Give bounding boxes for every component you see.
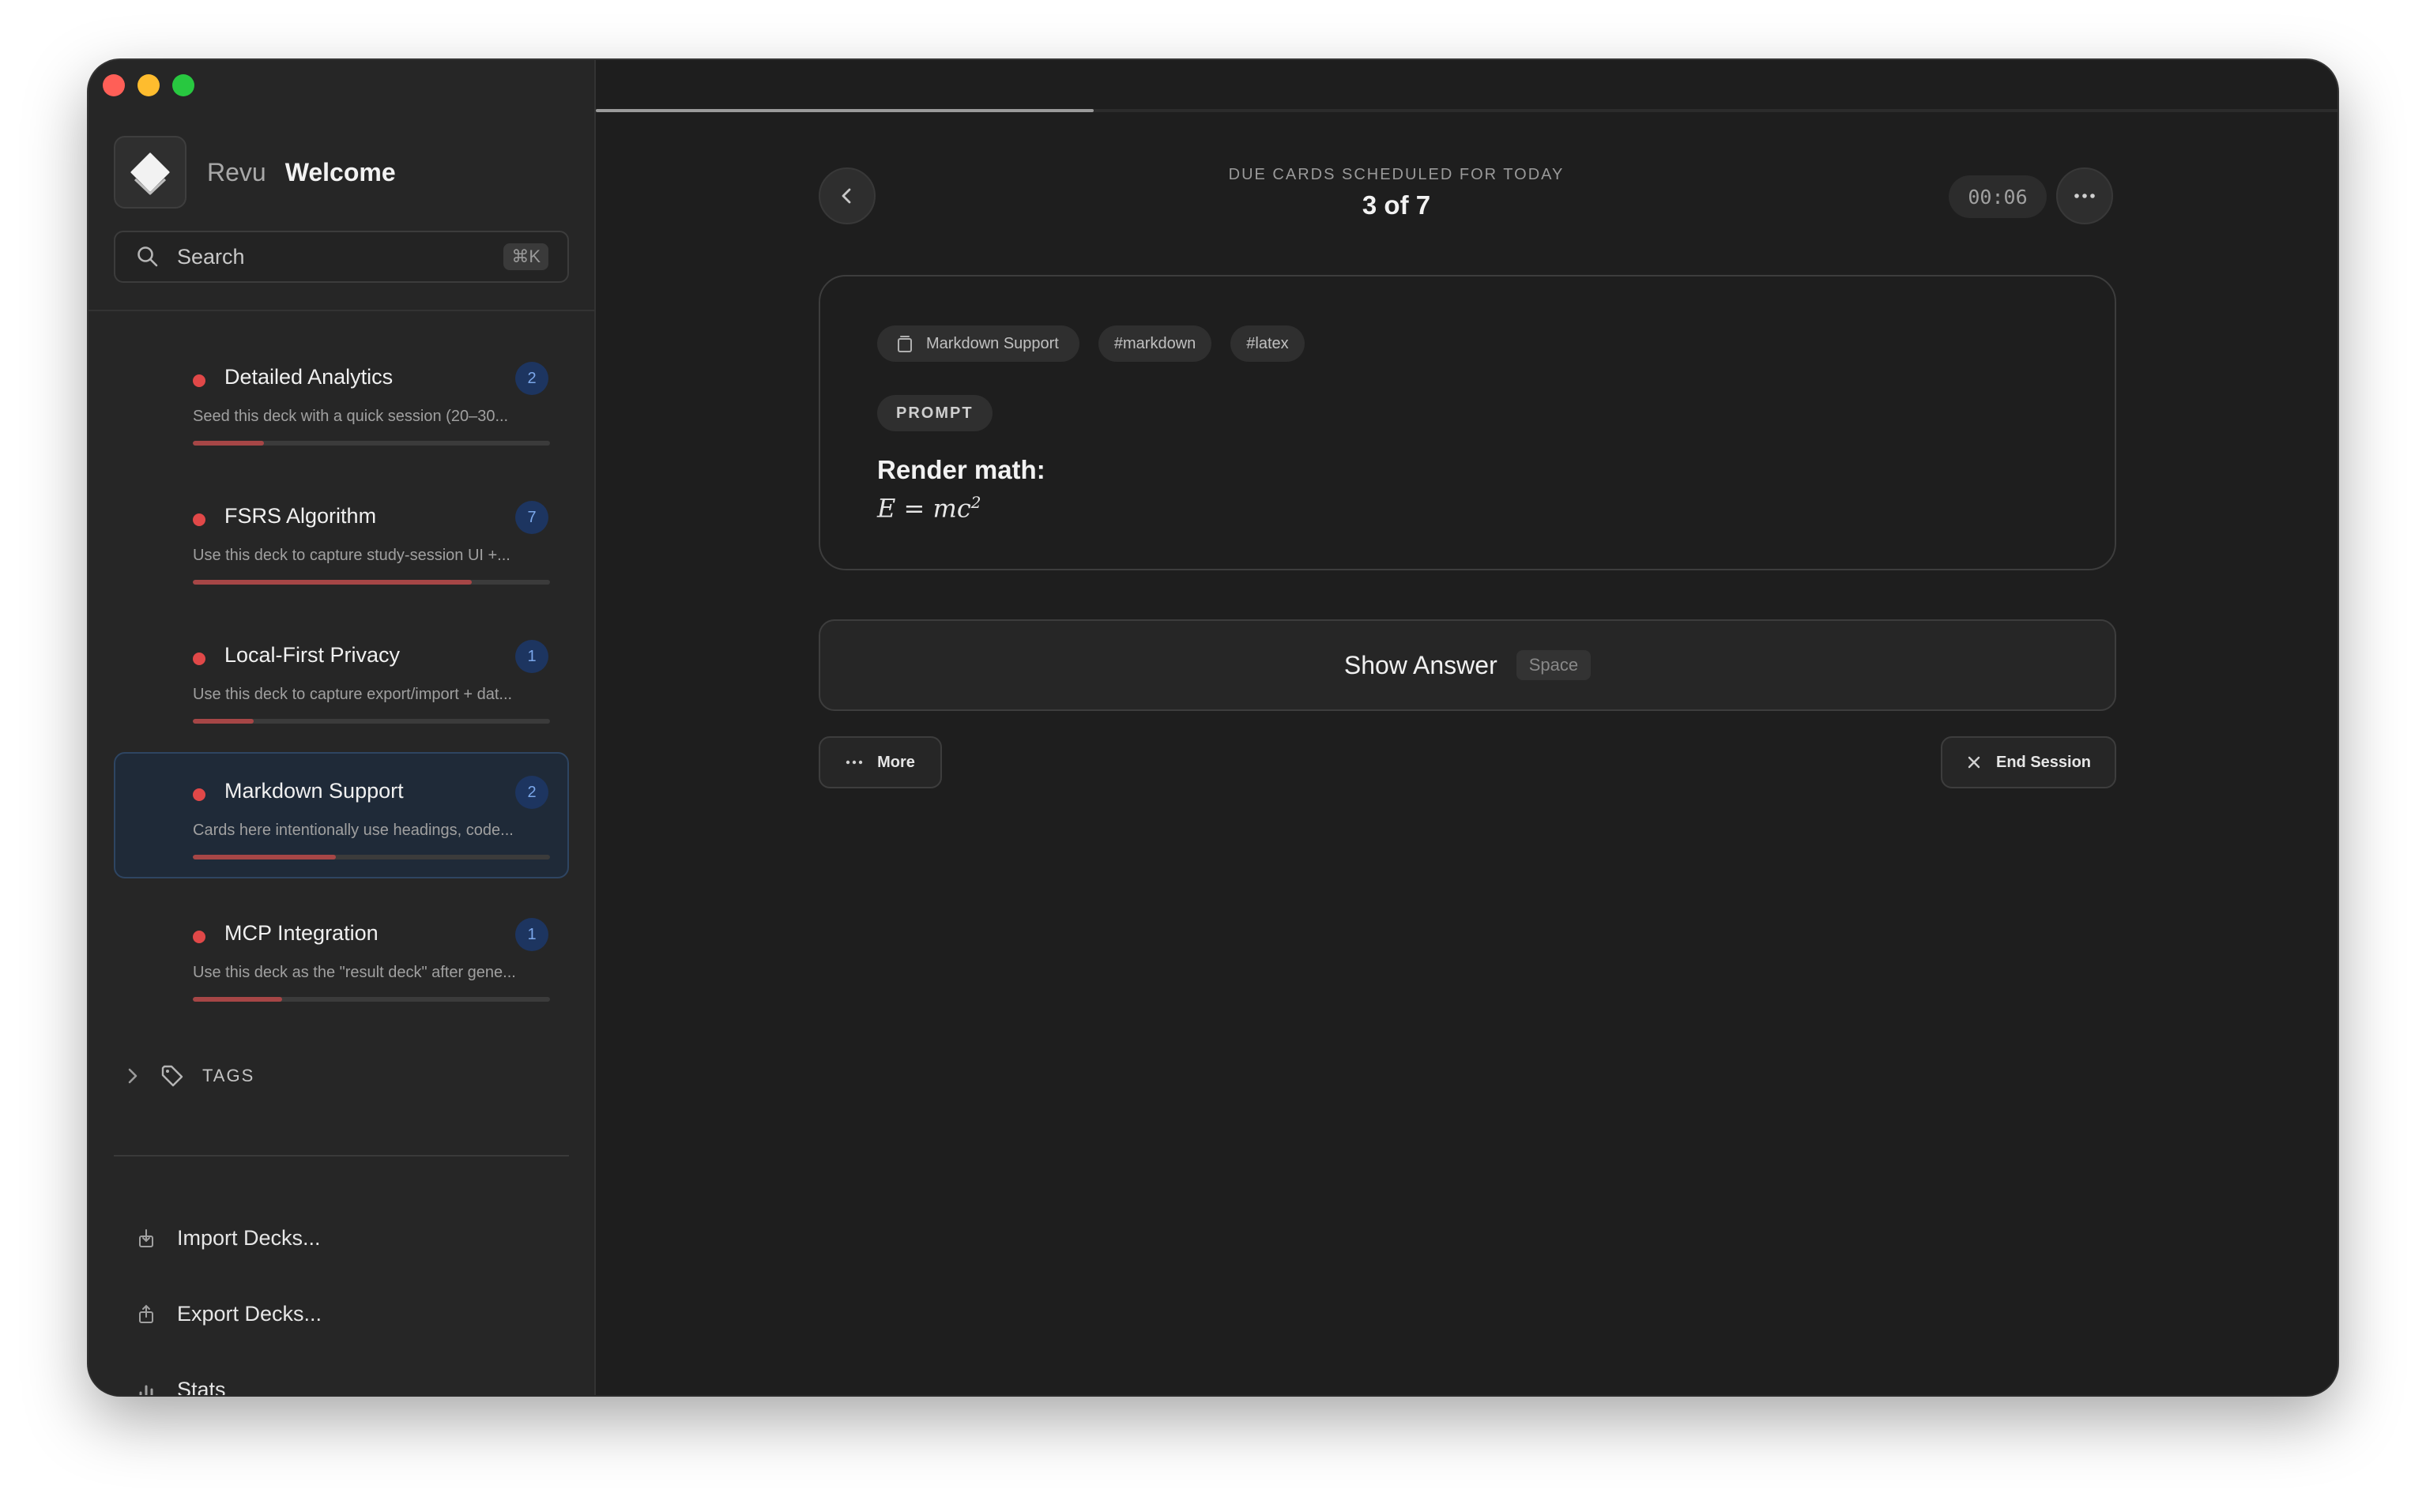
- deck-title: MCP Integration: [224, 921, 379, 945]
- search-input[interactable]: [175, 243, 479, 270]
- tag-chip[interactable]: #markdown: [1098, 325, 1212, 362]
- deck-due-count-badge: 1: [515, 640, 548, 673]
- show-answer-label: Show Answer: [1343, 650, 1497, 679]
- stats-label: Stats: [177, 1378, 226, 1395]
- deck-chip[interactable]: Markdown Support: [877, 325, 1079, 362]
- back-button[interactable]: [819, 167, 876, 224]
- deck-status-dot: [193, 513, 205, 526]
- deck-progress-bar: [193, 441, 550, 446]
- app-logo-icon: [114, 136, 186, 209]
- tag-chip[interactable]: #latex: [1230, 325, 1305, 362]
- session-progress-text: 3 of 7: [1362, 190, 1431, 220]
- deck-due-count-badge: 2: [515, 776, 548, 809]
- deck-item[interactable]: FSRS Algorithm 7 Use this deck to captur…: [114, 477, 569, 604]
- deck-progress-fill: [193, 719, 254, 724]
- deck-status-dot: [193, 788, 205, 801]
- math-base: E = mc: [877, 493, 971, 524]
- show-answer-button[interactable]: Show Answer Space: [819, 619, 2116, 711]
- import-decks-label: Import Decks...: [177, 1226, 321, 1250]
- zoom-window-button[interactable]: [172, 74, 194, 96]
- deck-title: Markdown Support: [224, 779, 404, 803]
- session-progress-fill: [596, 109, 1094, 112]
- sidebar-divider: [114, 1155, 569, 1157]
- export-icon: [139, 1304, 153, 1323]
- deck-chip-label: Markdown Support: [926, 334, 1059, 352]
- deck-icon: [898, 336, 912, 352]
- brand-header: Revu Welcome: [114, 136, 396, 209]
- sidebar-divider: [89, 310, 594, 311]
- deck-status-dot: [193, 653, 205, 665]
- app-name: Revu: [207, 157, 266, 186]
- deck-progress-fill: [193, 855, 336, 859]
- deck-status-dot: [193, 931, 205, 943]
- minimize-window-button[interactable]: [137, 74, 160, 96]
- deck-title: Local-First Privacy: [224, 643, 401, 667]
- card-math-formula: E = mc2: [877, 493, 981, 524]
- app-window: Revu Welcome ⌘K Detailed Analytics 2 See…: [89, 60, 2337, 1395]
- card-prompt-heading: Render math:: [877, 455, 1045, 484]
- export-decks-link[interactable]: Export Decks...: [137, 1302, 322, 1326]
- import-icon: [139, 1228, 153, 1247]
- deck-progress-fill: [193, 441, 265, 446]
- flashcard: Markdown Support #markdown #latex PROMPT…: [819, 275, 2116, 570]
- export-decks-label: Export Decks...: [177, 1302, 322, 1326]
- session-timer: 00:06: [1949, 175, 2047, 218]
- session-label: DUE CARDS SCHEDULED FOR TODAY: [1228, 166, 1565, 183]
- stats-link[interactable]: Stats: [137, 1378, 226, 1395]
- bar-chart-icon: [139, 1385, 153, 1395]
- more-horizontal-icon: [2074, 194, 2095, 198]
- math-exponent: 2: [970, 493, 981, 512]
- show-answer-shortcut: Space: [1516, 650, 1592, 680]
- deck-title: Detailed Analytics: [224, 365, 394, 389]
- deck-progress-bar: [193, 580, 550, 585]
- deck-description: Cards here intentionally use headings, c…: [193, 822, 514, 839]
- tag-icon: [161, 1065, 183, 1087]
- chevron-left-icon: [842, 188, 851, 204]
- sidebar: Revu Welcome ⌘K Detailed Analytics 2 See…: [89, 60, 596, 1395]
- study-session-panel: DUE CARDS SCHEDULED FOR TODAY 3 of 7 00:…: [596, 60, 2337, 1395]
- deck-due-count-badge: 7: [515, 501, 548, 534]
- import-decks-link[interactable]: Import Decks...: [137, 1226, 321, 1251]
- deck-status-dot: [193, 374, 205, 387]
- more-button[interactable]: More: [819, 736, 942, 788]
- page-title: Welcome: [284, 157, 396, 186]
- deck-description: Use this deck as the "result deck" after…: [193, 964, 516, 981]
- session-progress-bar: [596, 109, 2337, 112]
- close-window-button[interactable]: [103, 74, 125, 96]
- more-horizontal-icon: [846, 760, 863, 765]
- chevron-right-icon: [128, 1068, 137, 1084]
- search-icon: [137, 246, 158, 267]
- card-chip-row: Markdown Support #markdown #latex: [877, 325, 1305, 362]
- session-header: DUE CARDS SCHEDULED FOR TODAY 3 of 7: [1163, 166, 1629, 220]
- more-label: More: [877, 753, 915, 771]
- deck-item[interactable]: MCP Integration 1 Use this deck as the "…: [114, 894, 569, 1021]
- deck-description: Seed this deck with a quick session (20–…: [193, 408, 509, 425]
- end-session-button[interactable]: End Session: [1941, 736, 2116, 788]
- deck-item[interactable]: Detailed Analytics 2 Seed this deck with…: [114, 338, 569, 465]
- tags-section-toggle[interactable]: TAGS: [125, 1063, 254, 1089]
- tags-section-label: TAGS: [202, 1066, 255, 1085]
- deck-item[interactable]: Local-First Privacy 1 Use this deck to c…: [114, 616, 569, 743]
- deck-progress-bar: [193, 997, 550, 1002]
- deck-item-selected[interactable]: Markdown Support 2 Cards here intentiona…: [114, 752, 569, 878]
- deck-progress-bar: [193, 855, 550, 859]
- search-shortcut-badge: ⌘K: [503, 243, 548, 270]
- deck-progress-fill: [193, 580, 472, 585]
- session-menu-button[interactable]: [2056, 167, 2113, 224]
- deck-progress-fill: [193, 997, 282, 1002]
- deck-title: FSRS Algorithm: [224, 504, 377, 528]
- card-side-badge: PROMPT: [877, 395, 993, 431]
- close-icon: [1968, 756, 1980, 769]
- deck-description: Use this deck to capture study-session U…: [193, 547, 510, 564]
- deck-description: Use this deck to capture export/import +…: [193, 686, 513, 703]
- end-session-label: End Session: [1995, 753, 2092, 771]
- deck-due-count-badge: 1: [515, 918, 548, 951]
- deck-due-count-badge: 2: [515, 362, 548, 395]
- search-box[interactable]: ⌘K: [114, 231, 569, 283]
- window-controls: [103, 74, 194, 96]
- deck-progress-bar: [193, 719, 550, 724]
